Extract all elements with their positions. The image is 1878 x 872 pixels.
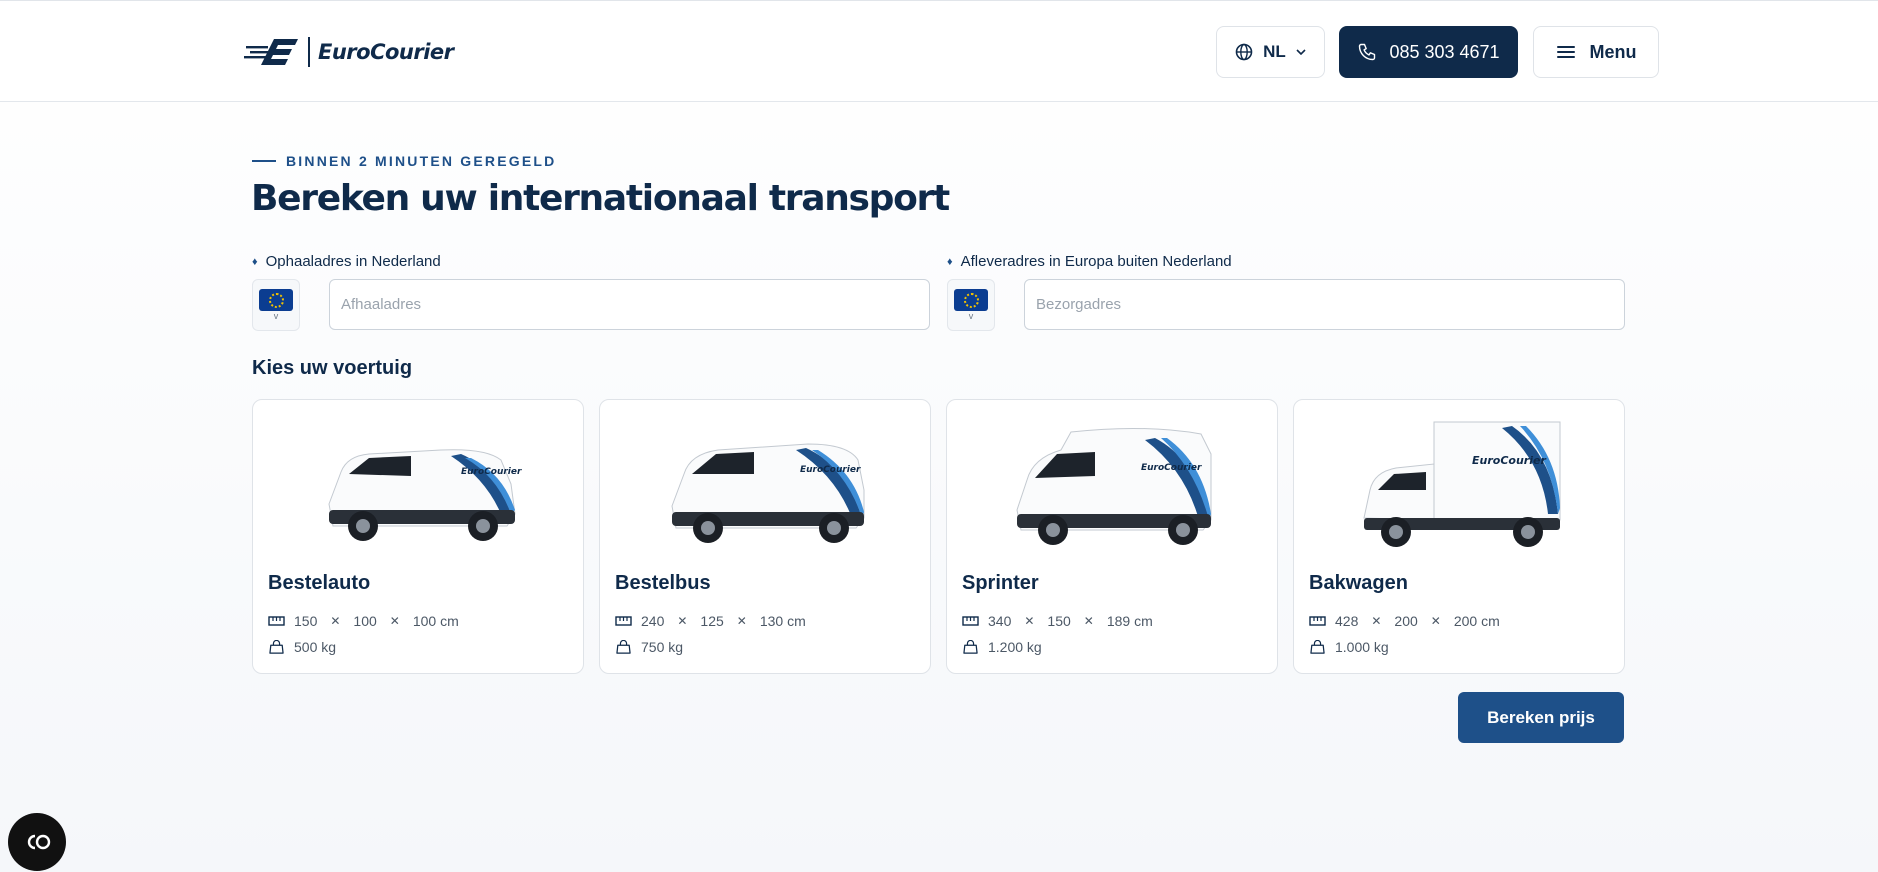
vehicle-width: 125 [700, 613, 724, 629]
vehicle-length: 150 [294, 613, 318, 629]
pickup-label: ♦ Ophaaladres in Nederland [252, 253, 441, 270]
times-icon: ✕ [389, 614, 400, 628]
eyebrow-text: BINNEN 2 MINUTEN GEREGELD [286, 153, 557, 169]
times-icon: ✕ [736, 614, 747, 628]
delivery-label: ♦ Afleveradres in Europa buiten Nederlan… [947, 253, 1232, 270]
phone-number: 085 303 4671 [1389, 41, 1500, 62]
svg-text:EuroCourier: EuroCourier [461, 467, 522, 477]
ruler-icon [962, 616, 979, 626]
delivery-country-select[interactable]: v [947, 279, 995, 331]
vehicle-weight: 750 kg [615, 639, 683, 655]
site-header: EuroCourier NL 085 303 4671 Menu [0, 0, 1878, 102]
page-title: Bereken uw internationaal transport [251, 178, 950, 219]
delivery-label-text: Afleveradres in Europa buiten Nederland [960, 253, 1232, 270]
pickup-country-select[interactable]: v [252, 279, 300, 331]
vehicle-name: Sprinter [962, 572, 1039, 594]
times-icon: ✕ [677, 614, 688, 628]
svg-text:EuroCourier: EuroCourier [800, 465, 861, 475]
vehicle-length: 340 [988, 613, 1012, 629]
logo[interactable]: EuroCourier [244, 37, 454, 67]
vehicle-length: 240 [641, 613, 665, 629]
cookie-settings-icon [27, 834, 51, 850]
phone-button[interactable]: 085 303 4671 [1339, 26, 1518, 78]
van-large-image: EuroCourier [1016, 427, 1212, 545]
language-selector[interactable]: NL [1216, 26, 1325, 78]
logo-separator [308, 37, 310, 67]
vehicle-weight-value: 750 kg [641, 639, 684, 655]
calculate-price-button[interactable]: Bereken prijs [1458, 692, 1624, 743]
eyebrow-line [252, 160, 276, 162]
language-code: NL [1263, 42, 1286, 61]
menu-button[interactable]: Menu [1533, 26, 1659, 78]
hamburger-icon [1556, 46, 1575, 58]
eu-flag-icon [954, 289, 988, 311]
svg-text:EuroCourier: EuroCourier [1141, 463, 1202, 473]
vehicle-name: Bestelauto [268, 572, 371, 594]
vehicle-card-sprinter[interactable]: EuroCourier Sprinter 340 ✕ 150 ✕ 189 cm … [946, 399, 1278, 674]
vehicle-length: 428 [1335, 613, 1359, 629]
menu-label: Menu [1589, 41, 1637, 62]
pickup-label-text: Ophaaladres in Nederland [265, 253, 441, 270]
vehicle-height: 100 cm [412, 613, 459, 629]
vehicle-card-bestelbus[interactable]: EuroCourier Bestelbus 240 ✕ 125 ✕ 130 cm… [599, 399, 931, 674]
vehicle-name: Bestelbus [615, 572, 711, 594]
vehicle-height: 130 cm [759, 613, 806, 629]
van-medium-image: EuroCourier [671, 443, 865, 543]
weight-icon [1310, 640, 1325, 654]
times-icon: ✕ [330, 614, 341, 628]
globe-icon [1235, 43, 1253, 61]
weight-icon [269, 640, 284, 654]
logo-mark-icon [244, 39, 298, 65]
ruler-icon [615, 616, 632, 626]
vehicle-dimensions: 340 ✕ 150 ✕ 189 cm [962, 613, 1153, 629]
vehicle-height: 200 cm [1453, 613, 1500, 629]
vehicle-dimensions: 428 ✕ 200 ✕ 200 cm [1309, 613, 1500, 629]
eu-flag-icon [259, 289, 293, 311]
chevron-down-icon [1296, 49, 1306, 55]
vehicle-width: 200 [1394, 613, 1418, 629]
pin-icon: ♦ [947, 255, 953, 268]
times-icon: ✕ [1371, 614, 1382, 628]
weight-icon [963, 640, 978, 654]
times-icon: ✕ [1430, 614, 1441, 628]
vehicle-width: 100 [353, 613, 377, 629]
vehicle-weight-value: 1.000 kg [1335, 639, 1389, 655]
chevron-down-icon: v [273, 311, 279, 321]
vehicle-name: Bakwagen [1309, 572, 1408, 594]
vehicle-weight: 500 kg [268, 639, 336, 655]
vehicle-height: 189 cm [1106, 613, 1153, 629]
vehicle-dimensions: 240 ✕ 125 ✕ 130 cm [615, 613, 806, 629]
vehicle-width: 150 [1047, 613, 1071, 629]
delivery-address-input[interactable] [1024, 279, 1625, 330]
pickup-address-input[interactable] [329, 279, 930, 330]
box-truck-image: EuroCourier [1363, 421, 1561, 547]
svg-text:EuroCourier: EuroCourier [1472, 454, 1546, 467]
vehicle-section-title: Kies uw voertuig [252, 357, 413, 379]
times-icon: ✕ [1024, 614, 1035, 628]
vehicle-weight-value: 500 kg [294, 639, 337, 655]
logo-text: EuroCourier [318, 40, 454, 64]
vehicle-weight-value: 1.200 kg [988, 639, 1042, 655]
pin-icon: ♦ [252, 255, 258, 268]
vehicle-card-bakwagen[interactable]: EuroCourier Bakwagen 428 ✕ 200 ✕ 200 cm … [1293, 399, 1625, 674]
ruler-icon [1309, 616, 1326, 626]
chevron-down-icon: v [968, 311, 974, 321]
vehicle-weight: 1.200 kg [962, 639, 1042, 655]
times-icon: ✕ [1083, 614, 1094, 628]
eyebrow: BINNEN 2 MINUTEN GEREGELD [252, 153, 556, 169]
vehicle-dimensions: 150 ✕ 100 ✕ 100 cm [268, 613, 459, 629]
vehicle-card-bestelauto[interactable]: EuroCourier Bestelauto 150 ✕ 100 ✕ 100 c… [252, 399, 584, 674]
van-small-image: EuroCourier [328, 449, 522, 541]
ruler-icon [268, 616, 285, 626]
phone-icon [1359, 43, 1376, 61]
cookie-settings-button[interactable] [8, 813, 66, 871]
weight-icon [616, 640, 631, 654]
vehicle-weight: 1.000 kg [1309, 639, 1389, 655]
